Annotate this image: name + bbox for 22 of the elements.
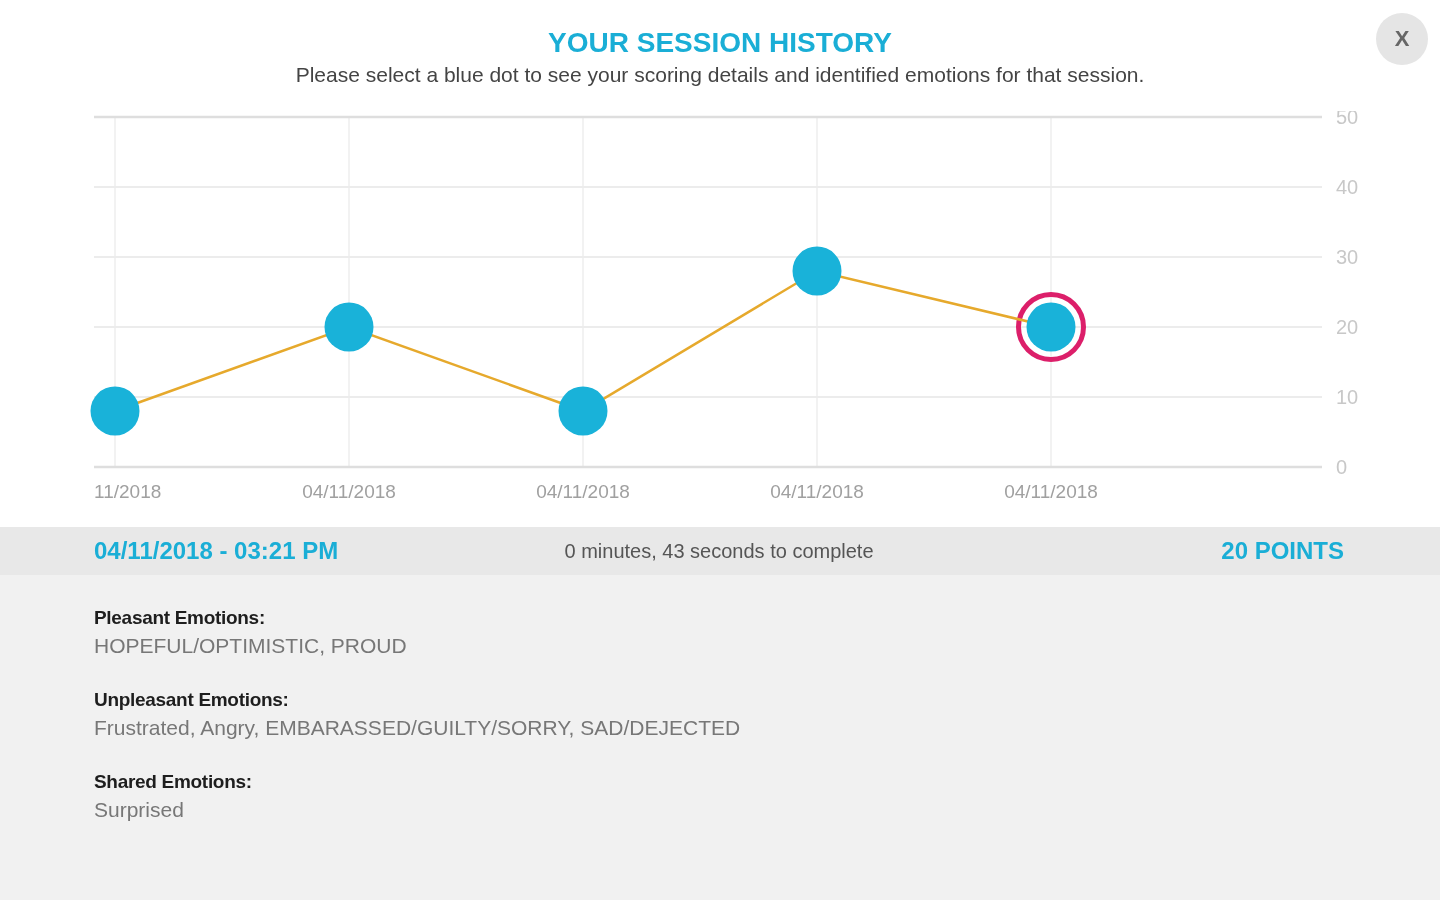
close-button[interactable]: X bbox=[1376, 13, 1428, 65]
emotion-group-label: Pleasant Emotions: bbox=[94, 606, 266, 630]
x-axis-label: 04/11/2018 bbox=[302, 481, 396, 502]
data-point[interactable] bbox=[90, 386, 140, 436]
x-axis-label: 04/11/2018 bbox=[770, 481, 864, 502]
data-point[interactable] bbox=[558, 386, 608, 436]
emotion-list-text: HOPEFUL/OPTIMISTIC, PROUD bbox=[94, 633, 408, 659]
x-axis-label: 11/2018 bbox=[94, 481, 162, 502]
emotion-list-text: Frustrated, Angry, EMBARASSED/GUILTY/SORRY, SAD/DEJECTED bbox=[94, 715, 742, 741]
emotion-group-label: Unpleasant Emotions: bbox=[94, 688, 290, 712]
data-point[interactable] bbox=[792, 246, 842, 296]
emotion-list-text: Surprised bbox=[94, 797, 185, 823]
duration-text: 0 minutes, 43 seconds to complete bbox=[564, 539, 874, 564]
data-point[interactable] bbox=[1026, 302, 1076, 352]
instruction-text: Please select a blue dot to see your scoring details and identified emotions for that session. bbox=[295, 62, 1145, 88]
dialog-title: YOUR SESSION HISTORY bbox=[547, 26, 893, 60]
x-axis-label: 04/11/2018 bbox=[1004, 481, 1098, 502]
data-point[interactable] bbox=[324, 302, 374, 352]
emotion-group-label: Shared Emotions: bbox=[94, 770, 253, 794]
session-date-time: 04/11/2018 - 03:21 PM bbox=[94, 536, 339, 566]
points-text: 20 POINTS bbox=[1221, 536, 1344, 566]
x-axis-label: 04/11/2018 bbox=[536, 481, 630, 502]
